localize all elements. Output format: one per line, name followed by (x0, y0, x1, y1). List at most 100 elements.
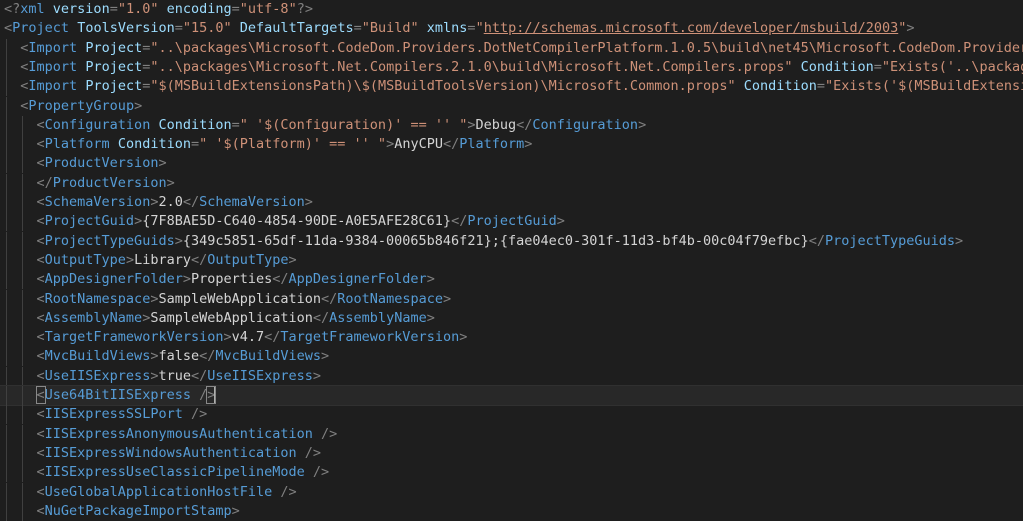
indent-guide (6, 77, 7, 97)
punctuation: = (190, 136, 200, 153)
attribute-value: "1.0" (117, 1, 159, 17)
attribute-name: Condition (117, 136, 191, 153)
code-line[interactable]: <Import Project="..\packages\Microsoft.N… (0, 57, 1023, 77)
indentation (4, 484, 37, 500)
code-line[interactable]: <RootNamespace>SampleWebApplication</Roo… (0, 289, 1023, 309)
punctuation: = (109, 1, 118, 17)
indentation (4, 329, 37, 345)
indentation (4, 213, 37, 229)
tag-name: TargetFrameworkVersion (44, 329, 224, 346)
text-content (158, 1, 166, 17)
indent-guide (6, 193, 7, 212)
punctuation: < (36, 502, 45, 519)
code-line[interactable]: </ProductVersion> (0, 173, 1023, 193)
tag-name: MvcBuildViews (215, 348, 322, 365)
punctuation: = (816, 78, 826, 95)
indent-guide (6, 289, 7, 309)
indent-guide (6, 463, 7, 483)
code-line[interactable]: <UseIISExpress>true</UseIISExpress> (0, 366, 1023, 386)
code-line[interactable]: <ProjectGuid>{7F8BAE5D-C640-4854-90DE-A0… (0, 212, 1023, 232)
code-line[interactable]: <ProjectTypeGuids>{349c5851-65df-11da-93… (0, 231, 1023, 251)
text-content (191, 387, 199, 403)
punctuation: > (386, 136, 395, 153)
namespace-link[interactable]: http://schemas.microsoft.com/developer/m… (484, 20, 899, 36)
tag-name: MvcBuildViews (44, 348, 151, 365)
text-content: {349c5851-65df-11da-9384-00065b846f21};{… (182, 232, 809, 249)
code-line[interactable]: <OutputType>Library</OutputType> (0, 250, 1023, 270)
code-line[interactable]: <MvcBuildViews>false</MvcBuildViews> (0, 347, 1023, 367)
tag-name: xml (20, 1, 45, 17)
indent-guide (22, 289, 24, 309)
punctuation: > (442, 290, 452, 307)
punctuation: > (134, 97, 143, 114)
code-line[interactable]: <UseGlobalApplicationHostFile /> (0, 482, 1023, 502)
code-line[interactable]: <Configuration Condition=" '$(Configurat… (0, 115, 1023, 135)
code-line[interactable]: <AppDesignerFolder>Properties</AppDesign… (0, 270, 1023, 290)
punctuation: /> (280, 483, 297, 500)
indent-guide (22, 366, 24, 386)
punctuation: > (524, 136, 533, 153)
punctuation: </ (264, 329, 281, 346)
attribute-value: "utf-8" (239, 1, 297, 17)
code-line[interactable]: <Project ToolsVersion="15.0" DefaultTarg… (0, 19, 1023, 38)
code-line[interactable]: <SchemaVersion>2.0</SchemaVersion> (0, 193, 1023, 212)
indent-guide (6, 501, 7, 521)
punctuation: > (166, 174, 175, 191)
tag-name: SchemaVersion (44, 194, 151, 210)
indent-guide (6, 96, 7, 116)
code-line[interactable]: <IISExpressAnonymousAuthentication /> (0, 424, 1023, 444)
tag-name: TargetFrameworkVersion (280, 329, 460, 346)
indent-guide (6, 38, 7, 58)
text-content: AnyCPU (394, 136, 443, 153)
code-line[interactable]: <ProductVersion> (0, 154, 1023, 174)
indent-guide (6, 173, 7, 193)
tag-name: Project (12, 20, 70, 37)
code-line[interactable]: <IISExpressSSLPort /> (0, 405, 1023, 425)
tag-name: ProjectGuid (467, 213, 557, 230)
text-content: Properties (190, 271, 273, 288)
code-line[interactable]: <NuGetPackageImportStamp> (0, 501, 1023, 521)
code-line-current[interactable]: <Use64BitIISExpress /> (0, 385, 1023, 406)
code-line[interactable]: <PropertyGroup> (0, 96, 1023, 116)
text-content (45, 1, 53, 17)
attribute-name: Project (85, 39, 143, 56)
attribute-name: Condition (158, 116, 232, 133)
code-editor[interactable]: <?xml version="1.0" encoding="utf-8"?> <P… (0, 0, 1023, 521)
punctuation: </ (182, 194, 200, 210)
tag-name: Import (28, 39, 78, 56)
indent-guide (22, 347, 24, 367)
text-content (183, 406, 191, 422)
code-line[interactable]: <IISExpressUseClassicPipelineMode /> (0, 463, 1023, 483)
tag-name: IISExpressUseClassicPipelineMode (44, 464, 305, 481)
indent-guide (22, 250, 24, 270)
punctuation: < (36, 116, 45, 133)
code-line[interactable]: <Platform Condition=" '$(Platform)' == '… (0, 135, 1023, 155)
tag-name: ProductVersion (52, 174, 167, 191)
indent-guide (22, 173, 24, 193)
attribute-value: " '$(Platform)' == '' " (199, 136, 387, 153)
code-line[interactable]: <Import Project="$(MSBuildExtensionsPath… (0, 77, 1023, 97)
punctuation: </ (190, 251, 208, 268)
punctuation: > (158, 155, 167, 172)
attribute-name: Condition (743, 78, 817, 95)
tag-name: Platform (44, 136, 110, 153)
code-line[interactable]: <?xml version="1.0" encoding="utf-8"?> (0, 0, 1023, 19)
code-line[interactable]: <IISExpressWindowsAuthentication /> (0, 443, 1023, 463)
punctuation: < (36, 444, 45, 461)
tag-name: ProjectGuid (44, 213, 135, 230)
punctuation: > (288, 251, 297, 268)
punctuation: </ (442, 136, 460, 153)
indent-guide (22, 193, 24, 212)
code-line[interactable]: <AssemblyName>SampleWebApplication</Asse… (0, 308, 1023, 328)
punctuation: /> (321, 425, 338, 442)
attribute-name: encoding (166, 1, 232, 17)
text-caret (214, 387, 216, 403)
punctuation: = (353, 20, 362, 37)
code-line[interactable]: <Import Project="..\packages\Microsoft.C… (0, 38, 1023, 58)
tag-name: OutputType (207, 251, 289, 268)
punctuation: > (134, 213, 143, 230)
tag-name: PropertyGroup (28, 97, 135, 114)
code-line[interactable]: <TargetFrameworkVersion>v4.7</TargetFram… (0, 328, 1023, 348)
text-content (313, 426, 321, 442)
indent-guide (6, 347, 7, 367)
